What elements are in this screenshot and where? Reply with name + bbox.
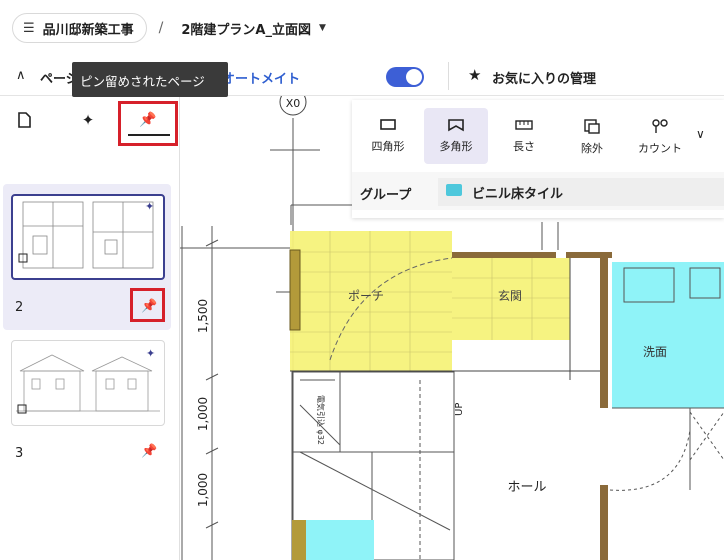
room-label: 洗面 <box>643 345 667 359</box>
room-label: ホール <box>507 480 546 495</box>
menu-icon: ☰ <box>23 20 35 36</box>
project-name: 品川邸新築工事 <box>42 22 134 38</box>
group-value: ビニル床タイル <box>472 187 564 202</box>
dimension-label: 1,000 <box>196 397 210 431</box>
tab-ai[interactable]: ✦ <box>68 102 108 138</box>
page-thumbnail: ✦ <box>11 340 165 426</box>
automate-toggle[interactable] <box>386 67 424 87</box>
highlight-box <box>118 101 178 146</box>
divider <box>448 62 449 90</box>
rectangle-icon <box>380 119 396 130</box>
group-selector[interactable]: ビニル床タイル <box>438 178 724 206</box>
star-icon[interactable]: ★ <box>468 66 481 84</box>
tool-exclude[interactable]: 除外 <box>560 108 624 164</box>
pin-icon[interactable]: 📌 <box>141 444 157 459</box>
page-thumbnail: ✦ <box>11 194 165 280</box>
sparkle-icon: ✦ <box>81 111 95 129</box>
dimension-label: 1,000 <box>196 473 210 507</box>
ruler-icon <box>515 120 533 130</box>
tool-label: 除外 <box>581 142 603 155</box>
tab-pages[interactable] <box>4 102 44 138</box>
grid-label: X0 <box>286 97 301 110</box>
tool-label: 多角形 <box>439 140 473 153</box>
project-selector[interactable]: ☰ 品川邸新築工事 <box>12 13 147 43</box>
page-number: 2 <box>15 300 24 315</box>
polygon-icon <box>448 119 464 132</box>
svg-text:✦: ✦ <box>145 200 154 213</box>
collapse-chevron-icon[interactable]: ∧ <box>16 68 26 83</box>
highlight-box <box>130 288 165 322</box>
thumbnail-plan: ✦ <box>18 200 154 269</box>
top-bar: ☰ 品川邸新築工事 / 2階建プランA_立面図 ▼ <box>0 0 724 56</box>
svg-text:✦: ✦ <box>146 347 155 360</box>
page-icon <box>18 112 31 128</box>
group-row: グループ ビニル床タイル <box>352 172 724 210</box>
measurement-tool-panel: 四角形 多角形 長さ 除外 カウント ∨ グループ ビニル床タイル <box>352 100 724 218</box>
tool-label: 長さ <box>513 140 535 153</box>
exclude-icon <box>584 119 600 134</box>
toggle-knob <box>406 69 422 85</box>
count-icon <box>652 119 668 133</box>
favorites-manage-button[interactable]: お気に入りの管理 <box>492 68 596 87</box>
room-label: 玄関 <box>498 288 522 303</box>
page-card[interactable]: ✦ 3 📌 <box>3 336 171 476</box>
dimension-label: 1,500 <box>196 299 210 333</box>
stair-note: 電気引込 φ32 <box>316 395 326 445</box>
page-number: 3 <box>15 446 24 461</box>
breadcrumb-separator: / <box>158 20 164 36</box>
tool-polygon[interactable]: 多角形 <box>424 108 488 164</box>
thumbnail-elevation: ✦ <box>16 347 160 414</box>
chevron-down-icon[interactable]: ∨ <box>696 127 705 141</box>
tool-label: 四角形 <box>371 140 405 153</box>
tool-length[interactable]: 長さ <box>492 108 556 164</box>
drawing-name[interactable]: 2階建プランA_立面図 <box>181 19 311 38</box>
automate-label: オートメイト <box>222 72 301 87</box>
group-label: グループ <box>360 188 412 203</box>
room-label: ポーチ <box>348 289 384 303</box>
tool-rectangle[interactable]: 四角形 <box>356 108 420 164</box>
page-panel: ✦ 📌 ✦ 2 📌 ✦ 3 📌 <box>0 96 180 560</box>
stair-up-label: UP <box>454 403 465 416</box>
washroom-area[interactable] <box>612 262 724 408</box>
folder-icon <box>446 184 462 196</box>
caret-down-icon[interactable]: ▼ <box>319 23 326 33</box>
pinned-pages-tooltip: ピン留めされたページ <box>72 62 228 97</box>
page-card[interactable]: ✦ 2 📌 <box>3 184 171 330</box>
tool-label: カウント <box>638 142 682 155</box>
tool-count[interactable]: カウント <box>628 108 692 164</box>
